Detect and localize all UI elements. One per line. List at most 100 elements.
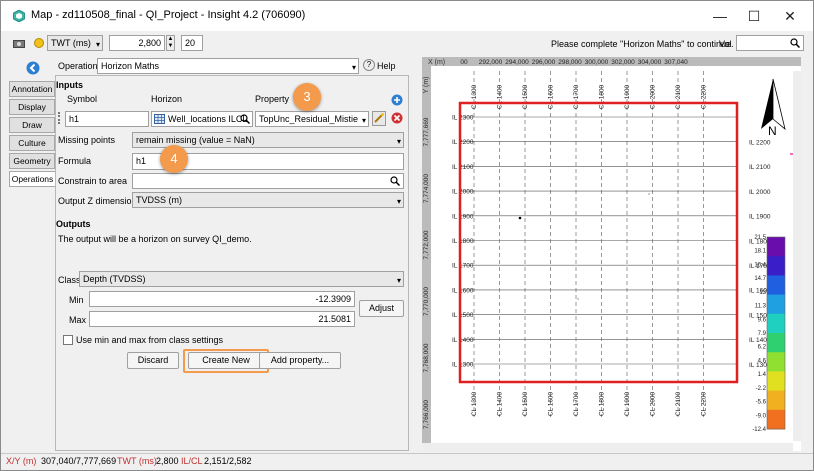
max-input[interactable]: 21.5081 bbox=[89, 311, 355, 327]
outputs-header: Outputs bbox=[56, 219, 91, 229]
drag-handle-icon[interactable] bbox=[58, 112, 62, 124]
class-select[interactable]: Depth (TVDSS) ▾ bbox=[79, 271, 404, 287]
il-label-left: IL 2300 bbox=[452, 115, 474, 122]
vol-label: Vol bbox=[719, 39, 732, 49]
help-icon[interactable]: ? bbox=[363, 59, 375, 71]
search-icon[interactable] bbox=[240, 114, 250, 124]
x-tick-label: 302,000 bbox=[611, 59, 635, 66]
value-spinner[interactable]: ▲ ▼ bbox=[166, 35, 175, 51]
add-property-button[interactable]: Add property... bbox=[259, 352, 341, 369]
colorbar-segment bbox=[767, 294, 785, 315]
colorbar-tick: 1.4 bbox=[758, 372, 767, 378]
tab-geometry[interactable]: Geometry bbox=[9, 153, 55, 169]
value-field[interactable]: 2,800 bbox=[109, 35, 165, 51]
il-label-right: IL 2100 bbox=[749, 164, 771, 171]
il-label-right: IL 2200 bbox=[749, 140, 771, 147]
close-button[interactable]: ✕ bbox=[775, 5, 805, 27]
use-minmax-checkbox[interactable] bbox=[63, 335, 73, 345]
title-bar: Map - zd110508_final - QI_Project - Insi… bbox=[1, 1, 813, 31]
horizontal-scrollbar bbox=[422, 443, 793, 451]
tab-display[interactable]: Display bbox=[9, 99, 55, 115]
survey-boundary bbox=[458, 101, 739, 384]
il-label-left: IL 2200 bbox=[452, 139, 474, 146]
colorbar-segment bbox=[767, 371, 785, 392]
add-row-icon[interactable] bbox=[391, 94, 403, 106]
tab-operations[interactable]: Operations bbox=[9, 171, 55, 187]
operation-select-value: Horizon Maths bbox=[101, 61, 160, 71]
adjust-button[interactable]: Adjust bbox=[359, 300, 404, 317]
symbol-input[interactable]: h1 bbox=[65, 111, 149, 127]
search-icon[interactable] bbox=[390, 176, 400, 186]
use-minmax-label: Use min and max from class settings bbox=[76, 335, 224, 345]
map-window: Map - zd110508_final - QI_Project - Insi… bbox=[0, 0, 814, 471]
discard-button[interactable]: Discard bbox=[127, 352, 179, 369]
x-tick-label: 292,000 bbox=[479, 59, 503, 66]
output-z-select[interactable]: TVDSS (m) ▾ bbox=[132, 192, 404, 208]
col-horizon: Horizon bbox=[151, 94, 183, 104]
col-property: Property bbox=[255, 94, 290, 104]
cl-label-bottom: CL 1900 bbox=[624, 391, 631, 416]
map-view[interactable]: X (m) 00 292,000 294,000 296,000 298,000 300,0… bbox=[422, 57, 801, 470]
cl-label-top: CL 1800 bbox=[599, 84, 606, 109]
colorbar-tick: 11.3 bbox=[755, 304, 767, 310]
colorbar-tick: -2.2 bbox=[756, 386, 767, 392]
colorbar-tick: 18.1 bbox=[754, 249, 766, 255]
well-point bbox=[518, 216, 522, 220]
y-tick-label: 7,772,000 bbox=[423, 230, 430, 259]
output-z-value: TVDSS (m) bbox=[136, 195, 182, 205]
colorbar-tick: 16.4 bbox=[754, 262, 766, 268]
il-label-left: IL 1700 bbox=[452, 263, 474, 270]
callout-3: 3 bbox=[293, 83, 321, 111]
help-link[interactable]: Help bbox=[377, 61, 396, 71]
il-label-right: IL 2000 bbox=[749, 189, 771, 196]
constrain-input[interactable] bbox=[132, 173, 404, 189]
well-point bbox=[648, 193, 650, 195]
cl-label-bottom: CL 1700 bbox=[573, 391, 580, 416]
camera-icon[interactable] bbox=[13, 39, 25, 48]
cl-label-bottom: CL 1300 bbox=[471, 391, 478, 416]
back-arrow-icon[interactable] bbox=[26, 61, 40, 75]
step-field[interactable]: 20 bbox=[181, 35, 203, 51]
map-canvas[interactable]: X (m) 00 292,000 294,000 296,000 298,000 300,0… bbox=[422, 57, 801, 470]
inputs-header: Inputs bbox=[56, 80, 83, 90]
domain-select-value: TWT (ms) bbox=[51, 38, 91, 48]
north-arrow-icon bbox=[772, 78, 786, 131]
property-select[interactable]: TopUnc_Residual_Mistie ▾ bbox=[255, 111, 369, 127]
y-tick-label: 7,777,669 bbox=[423, 117, 430, 146]
status-xy-value: 307,040/7,777,669 bbox=[41, 456, 117, 466]
horizon-field[interactable]: Well_locations ILCL bbox=[151, 111, 253, 127]
create-new-button[interactable]: Create New bbox=[188, 352, 264, 369]
chevron-down-icon: ▾ bbox=[361, 116, 366, 125]
remove-row-icon[interactable] bbox=[391, 112, 403, 124]
colorbar-segment bbox=[767, 256, 785, 276]
edit-wand-icon[interactable] bbox=[372, 111, 386, 126]
domain-select[interactable]: TWT (ms) ▾ bbox=[47, 35, 103, 51]
x-tick-label: 296,000 bbox=[532, 59, 556, 66]
colorbar-segment bbox=[767, 333, 785, 353]
horizon-value: Well_locations ILCL bbox=[168, 114, 248, 124]
colorbar-segment bbox=[767, 313, 785, 334]
max-label: Max bbox=[69, 315, 87, 325]
colorbar-tick: 21.5 bbox=[754, 235, 766, 241]
maximize-button[interactable]: ☐ bbox=[739, 5, 769, 27]
class-select-value: Depth (TVDSS) bbox=[83, 274, 146, 284]
minimize-button[interactable]: — bbox=[705, 5, 735, 27]
outputs-description: The output will be a horizon on survey Q… bbox=[58, 234, 252, 244]
x-tick-label: 300,000 bbox=[585, 59, 609, 66]
vol-search-input[interactable] bbox=[736, 35, 804, 51]
il-label-left: IL 1600 bbox=[452, 287, 474, 294]
il-label-left: IL 2100 bbox=[452, 164, 474, 171]
tab-annotation[interactable]: Annotation bbox=[9, 81, 55, 97]
operation-select[interactable]: Horizon Maths ▾ bbox=[97, 58, 359, 74]
tab-culture[interactable]: Culture bbox=[9, 135, 55, 151]
chevron-down-icon: ▾ bbox=[396, 276, 401, 285]
class-label: Class bbox=[58, 275, 81, 285]
status-bar: X/Y (m) 307,040/7,777,669 TWT (ms) 2,800… bbox=[1, 453, 813, 470]
il-label-left: IL 1400 bbox=[452, 337, 474, 344]
tab-draw[interactable]: Draw bbox=[9, 117, 55, 133]
colorbar-tick: 9.6 bbox=[758, 317, 767, 323]
colorbar-tick: 13 bbox=[759, 290, 766, 296]
status-dot-icon bbox=[34, 38, 44, 48]
min-input[interactable]: -12.3909 bbox=[89, 291, 355, 307]
north-arrow-icon bbox=[761, 79, 773, 129]
